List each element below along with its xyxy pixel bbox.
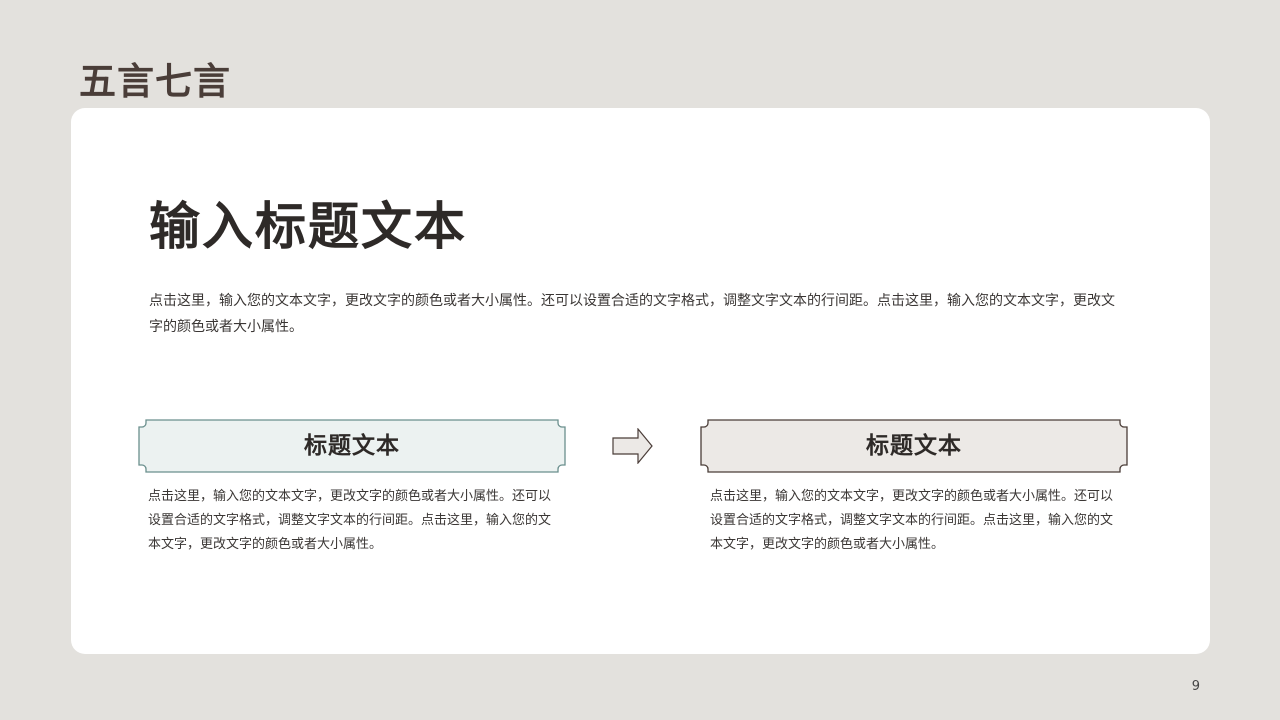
section-title: 五言七言: [79, 60, 231, 103]
content-card: 输入标题文本 点击这里，输入您的文本文字，更改文字的颜色或者大小属性。还可以设置…: [71, 108, 1210, 654]
right-plaque-label[interactable]: 标题文本: [700, 419, 1128, 473]
right-plaque: 标题文本: [700, 419, 1128, 473]
left-block: 标题文本 点击这里，输入您的文本文字，更改文字的颜色或者大小属性。还可以设置合适…: [138, 419, 566, 557]
left-plaque-label[interactable]: 标题文本: [138, 419, 566, 473]
right-block: 标题文本 点击这里，输入您的文本文字，更改文字的颜色或者大小属性。还可以设置合适…: [700, 419, 1128, 557]
arrow-right-icon: [612, 428, 653, 464]
right-block-text[interactable]: 点击这里，输入您的文本文字，更改文字的颜色或者大小属性。还可以设置合适的文字格式…: [710, 485, 1115, 557]
page-number: 9: [1191, 679, 1200, 694]
page-description[interactable]: 点击这里，输入您的文本文字，更改文字的颜色或者大小属性。还可以设置合适的文字格式…: [149, 288, 1124, 340]
left-block-text[interactable]: 点击这里，输入您的文本文字，更改文字的颜色或者大小属性。还可以设置合适的文字格式…: [148, 485, 553, 557]
left-plaque: 标题文本: [138, 419, 566, 473]
page-title[interactable]: 输入标题文本: [149, 196, 467, 260]
